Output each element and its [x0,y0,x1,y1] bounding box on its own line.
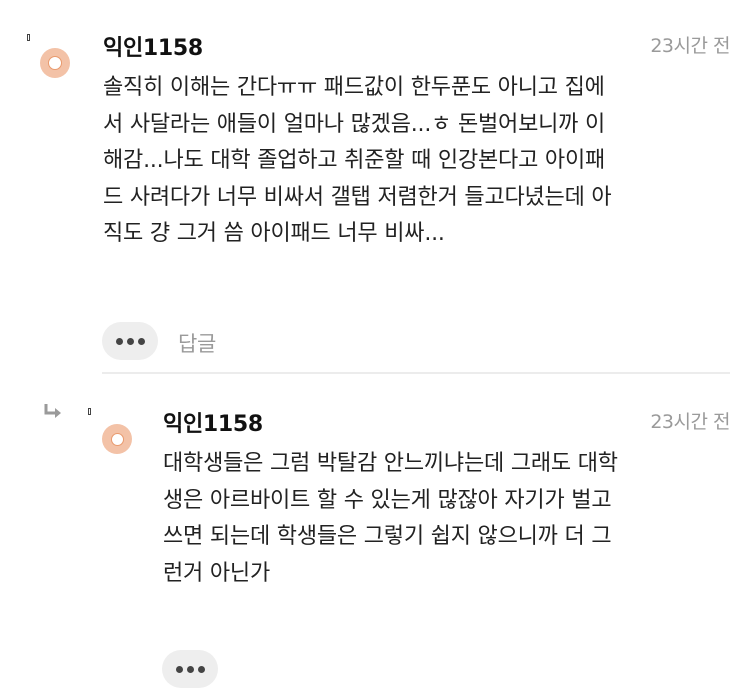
comment-line: 쓰면 되는데 학생들은 그렇기 쉽지 않으니까 더 그 [163,524,612,549]
comment-line: 대학생들은 그럼 박탈감 안느끼냐는데 그래도 대학 [163,451,618,476]
reply-arrow-icon [44,404,61,418]
more-options-button[interactable] [162,650,218,688]
comment-time: 23시간 전 [650,35,730,57]
comment-divider [102,372,730,374]
comment-line: 솔직히 이해는 간다ㅠㅠ 패드값이 한두푼도 아니고 집에 [103,75,605,100]
avatar[interactable] [102,424,132,454]
comment-line: 생은 아르바이트 할 수 있는게 많잖아 자기가 벌고 [163,487,612,513]
comment-line: 해감...나도 대학 졸업하고 취준할 때 인강본다고 아이패 [103,148,606,173]
comment-body: 대학생들은 그럼 박탈감 안느끼냐는데 그래도 대학 생은 아르바이트 할 수 … [163,446,743,592]
comment-marker [88,408,91,415]
comment-body: 솔직히 이해는 간다ㅠㅠ 패드값이 한두푼도 아니고 집에 서 사달라는 애들이… [103,70,743,253]
reply-button[interactable]: 답글 [178,328,216,358]
comment-line: 드 사려다가 너무 비싸서 갤탭 저렴한거 들고다녔는데 아 [103,184,612,210]
comment-time: 23시간 전 [650,411,730,433]
comment-line: 런거 아닌가 [163,560,270,586]
comment-line: 서 사달라는 애들이 얼마나 많겠음...ㅎ 돈벌어보니까 이 [103,111,606,137]
comment-marker [27,34,30,41]
comment-author[interactable]: 익인1158 [103,30,203,62]
ellipsis-icon [115,337,123,345]
avatar[interactable] [40,48,70,78]
ellipsis-icon [175,665,183,673]
comment-author[interactable]: 익인1158 [163,406,263,438]
more-options-button[interactable] [102,322,158,360]
comment-line: 직도 걍 그거 씀 아이패드 너무 비싸... [103,221,445,246]
